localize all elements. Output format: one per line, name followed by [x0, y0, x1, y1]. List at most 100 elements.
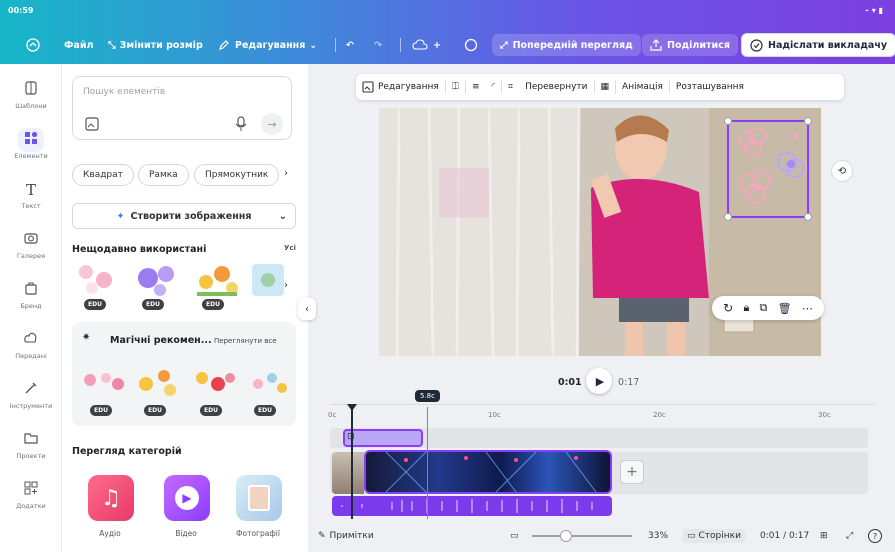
category-audio[interactable]: ♫ — [88, 475, 134, 521]
border-style-button[interactable]: ≡ — [466, 74, 486, 100]
resize-handle[interactable] — [804, 117, 812, 125]
cloud-check-icon — [412, 39, 428, 50]
magic-thumb[interactable]: EDU — [80, 366, 130, 416]
rail-item-tools[interactable]: Інструменти — [0, 378, 62, 426]
rotate-button[interactable]: ⟲ — [831, 160, 853, 182]
magic-thumb[interactable]: EDU — [134, 366, 184, 416]
rail-item-templates[interactable]: Шаблони — [0, 78, 62, 126]
playhead[interactable] — [351, 407, 353, 519]
split-button[interactable]: ⎅ — [446, 74, 465, 100]
animation-button[interactable]: Анімація — [616, 74, 669, 100]
category-video[interactable]: ▶ — [164, 475, 210, 521]
magic-thumb[interactable]: EDU — [244, 366, 294, 416]
timeline-ruler[interactable] — [330, 404, 875, 405]
zoom-slider-thumb[interactable] — [560, 530, 572, 542]
editing-label: Редагування — [235, 39, 306, 51]
elements-icon — [25, 131, 38, 144]
pages-label: Сторінки — [698, 531, 741, 541]
tick-label: 30с — [818, 411, 831, 419]
undo-button[interactable]: ↶ — [346, 34, 354, 56]
notes-button[interactable]: ✎ Примітки — [318, 524, 374, 548]
sunflowers-icon — [139, 370, 176, 396]
generate-image-button[interactable]: ✦ Створити зображення ⌄ — [72, 203, 296, 229]
flower-sticker-icon — [738, 127, 805, 204]
collapse-panel-button[interactable]: ‹ — [298, 298, 316, 320]
rail-item-uploads[interactable]: Передані — [0, 328, 62, 376]
side-rail: Шаблони Елементи T Текст Галерея Бренд П… — [0, 64, 62, 552]
recent-thumb[interactable]: EDU — [74, 260, 124, 310]
file-menu[interactable]: Файл — [64, 34, 93, 56]
crop-button[interactable]: ⌗ — [502, 74, 519, 100]
corner-radius-button[interactable]: ◜ — [486, 74, 502, 100]
flip-button[interactable]: Перевернути — [519, 74, 593, 100]
category-photos[interactable] — [236, 475, 282, 521]
audio-clip[interactable] — [332, 496, 612, 516]
resize-handle[interactable] — [724, 213, 732, 221]
transparency-button[interactable]: ▦ — [595, 74, 616, 100]
redo-button[interactable]: ↷ — [374, 34, 382, 56]
duplicate-icon[interactable]: ⧉ — [760, 301, 768, 315]
pages-button[interactable]: ▭ Сторінки — [682, 524, 746, 548]
chevron-down-icon[interactable]: ⌄ — [279, 211, 287, 222]
image-search-icon[interactable] — [85, 117, 99, 131]
zoom-value: 33% — [648, 531, 669, 541]
add-clip-button[interactable]: + — [620, 460, 644, 484]
zoom-slider[interactable] — [532, 530, 632, 542]
sparkle-icon: ✦ — [116, 210, 125, 222]
recent-thumb[interactable]: EDU — [192, 260, 242, 310]
plus-icon: + — [626, 464, 638, 480]
video-clip-left[interactable] — [332, 452, 364, 494]
video-clip[interactable] — [364, 450, 612, 494]
save-status-button[interactable]: + — [412, 34, 441, 56]
rail-item-text[interactable]: T Текст — [0, 178, 62, 226]
preview-button[interactable]: ⤢ Попередній перегляд — [492, 34, 641, 56]
recent-thumb[interactable] — [250, 260, 286, 310]
fullscreen-button[interactable]: ⤢ — [846, 524, 853, 548]
play-button[interactable]: ▶ — [586, 368, 612, 394]
chip-square[interactable]: Квадрат — [72, 164, 134, 186]
element-clip[interactable]: ⊡ — [343, 429, 423, 447]
rail-item-projects[interactable]: Проекти — [0, 428, 62, 476]
trash-icon[interactable]: 🗑︎ — [778, 302, 792, 315]
help-button[interactable]: ? — [868, 524, 882, 548]
lock-icon[interactable]: 🔒︎ — [743, 301, 749, 315]
landscape-sticker-icon — [252, 264, 284, 296]
more-icon[interactable]: ⋯ — [802, 302, 813, 315]
magic-thumb[interactable]: EDU — [190, 366, 240, 416]
home-button[interactable] — [26, 34, 45, 56]
microphone-icon[interactable] — [235, 116, 247, 132]
zoom-fit-button[interactable]: ▭ — [510, 524, 519, 548]
position-button[interactable]: Розташування — [670, 74, 750, 100]
magic-see-all[interactable]: Переглянути все — [214, 337, 277, 345]
resize-button[interactable]: ⤡ Змінити розмір — [108, 34, 203, 56]
playhead-marker[interactable] — [347, 404, 357, 411]
search-submit-button[interactable]: → — [261, 113, 283, 135]
edit-button[interactable]: Редагування — [356, 74, 445, 100]
rail-item-brand[interactable]: Бренд — [0, 278, 62, 326]
rail-item-gallery[interactable]: Галерея — [0, 228, 62, 276]
recent-see-all[interactable]: Усі — [284, 244, 296, 252]
rail-item-elements[interactable]: Елементи — [0, 128, 62, 176]
recent-thumb[interactable]: EDU — [132, 260, 182, 310]
recent-next-icon[interactable]: › — [284, 280, 288, 291]
rail-label: Інструменти — [9, 402, 53, 410]
send-teacher-button[interactable]: Надіслати викладачу — [741, 33, 895, 57]
search-input[interactable]: Пошук елементів → — [72, 76, 292, 140]
rail-label: Додатки — [16, 502, 46, 510]
chip-frame[interactable]: Рамка — [138, 164, 189, 186]
rail-item-apps[interactable]: Додатки — [0, 478, 62, 526]
comment-button[interactable] — [464, 34, 483, 56]
share-button[interactable]: Поділитися — [642, 34, 738, 56]
grid-view-button[interactable]: ⊞ — [820, 524, 828, 548]
selected-flower-element[interactable] — [724, 117, 812, 221]
comment-icon — [464, 38, 478, 52]
resize-handle[interactable] — [724, 117, 732, 125]
chip-rectangle[interactable]: Прямокутник — [194, 164, 280, 186]
arrow-right-icon: → — [267, 117, 277, 131]
resize-handle[interactable] — [804, 213, 812, 221]
rotate-icon[interactable]: ↻ — [723, 301, 733, 315]
chips-next-icon[interactable]: › — [284, 168, 288, 179]
editing-menu[interactable]: Редагування ⌄ — [218, 34, 317, 56]
rail-label: Проекти — [16, 452, 46, 460]
gallery-icon — [24, 233, 38, 244]
